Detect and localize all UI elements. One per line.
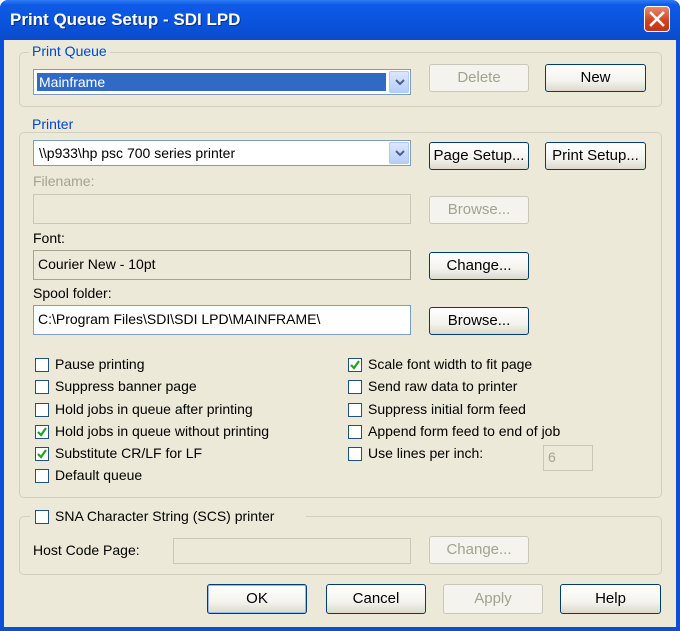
close-icon [649, 11, 665, 27]
dialog-body: Print Queue Mainframe Delete New Printer… [4, 40, 676, 627]
browse-spool-button[interactable]: Browse... [429, 307, 529, 335]
scale-font-checkbox[interactable] [348, 358, 362, 372]
chevron-down-icon [395, 79, 405, 85]
help-button[interactable]: Help [560, 584, 661, 614]
send-raw-label[interactable]: Send raw data to printer [368, 378, 517, 394]
printer-value: \\p933\hp psc 700 series printer [39, 145, 236, 161]
ok-button[interactable]: OK [207, 584, 307, 614]
spool-folder-label: Spool folder: [33, 285, 112, 301]
use-lines-per-inch-checkbox[interactable] [348, 447, 362, 461]
host-code-page-field [173, 538, 411, 564]
print-queue-legend: Print Queue [29, 43, 110, 59]
pause-printing-label[interactable]: Pause printing [55, 356, 145, 372]
pause-printing-checkbox[interactable] [35, 358, 49, 372]
suppress-form-feed-label[interactable]: Suppress initial form feed [368, 401, 526, 417]
chevron-down-icon [395, 150, 405, 156]
sna-checkbox-label[interactable]: SNA Character String (SCS) printer [55, 508, 274, 524]
send-raw-checkbox[interactable] [348, 380, 362, 394]
substitute-crlf-label[interactable]: Substitute CR/LF for LF [55, 445, 202, 461]
change-font-button[interactable]: Change... [429, 252, 529, 280]
dialog-window: Print Queue Setup - SDI LPD Print Queue … [0, 0, 680, 631]
filename-field [33, 194, 411, 224]
filename-label: Filename: [33, 173, 95, 189]
substitute-crlf-checkbox[interactable] [35, 447, 49, 461]
font-label: Font: [33, 230, 65, 246]
apply-button[interactable]: Apply [443, 584, 543, 614]
append-form-feed-label[interactable]: Append form feed to end of job [368, 423, 560, 439]
close-button[interactable] [644, 6, 670, 32]
hold-without-printing-checkbox[interactable] [35, 425, 49, 439]
default-queue-checkbox[interactable] [35, 469, 49, 483]
checkmark-icon [37, 427, 47, 437]
cancel-button[interactable]: Cancel [326, 584, 426, 614]
hold-after-printing-checkbox[interactable] [35, 403, 49, 417]
print-queue-select[interactable]: Mainframe [33, 69, 411, 95]
checkmark-icon [350, 360, 360, 370]
default-queue-label[interactable]: Default queue [55, 467, 142, 483]
hold-without-printing-label[interactable]: Hold jobs in queue without printing [55, 423, 269, 439]
print-setup-button[interactable]: Print Setup... [545, 142, 646, 170]
lines-per-inch-value: 6 [548, 449, 556, 465]
hold-after-printing-label[interactable]: Hold jobs in queue after printing [55, 401, 253, 417]
delete-button[interactable]: Delete [429, 64, 529, 92]
browse-filename-button[interactable]: Browse... [429, 196, 529, 224]
suppress-banner-label[interactable]: Suppress banner page [55, 378, 197, 394]
spool-folder-value: C:\Program Files\SDI\SDI LPD\MAINFRAME\ [38, 311, 321, 327]
font-value: Courier New - 10pt [38, 256, 156, 272]
suppress-banner-checkbox[interactable] [35, 380, 49, 394]
suppress-form-feed-checkbox[interactable] [348, 403, 362, 417]
use-lines-per-inch-label[interactable]: Use lines per inch: [368, 445, 483, 461]
host-code-page-label: Host Code Page: [33, 542, 140, 558]
print-queue-value: Mainframe [37, 73, 386, 91]
title-bar[interactable]: Print Queue Setup - SDI LPD [0, 0, 680, 40]
printer-select[interactable]: \\p933\hp psc 700 series printer [33, 140, 411, 166]
spool-folder-input[interactable]: C:\Program Files\SDI\SDI LPD\MAINFRAME\ [33, 305, 411, 335]
scale-font-label[interactable]: Scale font width to fit page [368, 356, 532, 372]
sna-checkbox[interactable] [35, 510, 49, 524]
dropdown-arrow-button[interactable] [389, 71, 409, 93]
dropdown-arrow-button[interactable] [389, 142, 409, 164]
printer-legend: Printer [29, 116, 77, 132]
append-form-feed-checkbox[interactable] [348, 425, 362, 439]
page-setup-button[interactable]: Page Setup... [429, 142, 529, 170]
lines-per-inch-input: 6 [543, 445, 593, 471]
checkmark-icon [37, 449, 47, 459]
change-host-code-page-button[interactable]: Change... [429, 536, 529, 564]
window-title: Print Queue Setup - SDI LPD [10, 10, 241, 29]
new-button[interactable]: New [545, 64, 646, 92]
font-field: Courier New - 10pt [33, 250, 411, 280]
